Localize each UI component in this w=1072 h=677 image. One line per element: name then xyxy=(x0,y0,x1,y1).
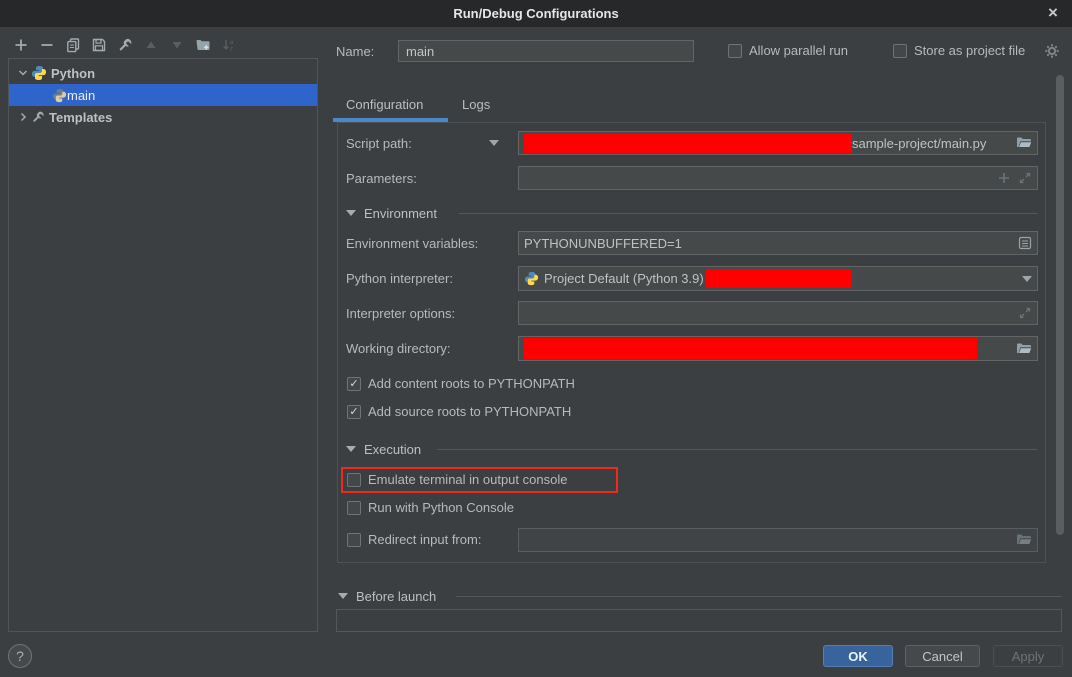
checkmark-icon: ✓ xyxy=(349,379,358,390)
run-with-python-console-checkbox[interactable] xyxy=(347,501,361,515)
tree-item-label: Templates xyxy=(49,110,112,125)
remove-icon[interactable] xyxy=(34,34,60,56)
python-logo-icon xyxy=(31,65,47,81)
python-interpreter-combobox[interactable]: Project Default (Python 3.9) xyxy=(518,266,1038,291)
close-icon[interactable]: × xyxy=(1043,3,1063,23)
before-launch-task-list[interactable] xyxy=(336,609,1062,632)
svg-text:z: z xyxy=(230,46,233,53)
add-source-roots-label[interactable]: Add source roots to PYTHONPATH xyxy=(368,404,571,419)
chevron-down-icon[interactable] xyxy=(15,67,31,79)
interpreter-options-field[interactable] xyxy=(518,301,1038,325)
dialog-titlebar: Run/Debug Configurations × xyxy=(0,0,1072,27)
dialog-title: Run/Debug Configurations xyxy=(453,6,618,21)
interpreter-options-label: Interpreter options: xyxy=(346,306,455,321)
configurations-toolbar: az xyxy=(8,32,242,58)
tree-item-main[interactable]: main xyxy=(9,84,317,106)
tree-item-python[interactable]: Python xyxy=(9,62,317,84)
execution-collapse-icon[interactable] xyxy=(346,446,356,452)
run-debug-configurations-dialog: Run/Debug Configurations × az xyxy=(0,0,1072,677)
section-divider xyxy=(456,596,1062,597)
before-launch-collapse-icon[interactable] xyxy=(338,593,348,599)
allow-parallel-run-label[interactable]: Allow parallel run xyxy=(749,43,848,58)
redirect-input-label[interactable]: Redirect input from: xyxy=(368,532,481,547)
redirect-input-field[interactable] xyxy=(518,528,1038,552)
vertical-scrollbar[interactable] xyxy=(1056,75,1064,535)
tab-logs[interactable]: Logs xyxy=(462,97,490,112)
python-logo-icon xyxy=(52,88,67,103)
configurations-tree: Python main Templates xyxy=(8,58,318,632)
folder-icon[interactable] xyxy=(1016,342,1032,356)
environment-section-label[interactable]: Environment xyxy=(364,206,437,221)
copy-icon[interactable] xyxy=(60,34,86,56)
new-folder-icon[interactable] xyxy=(190,34,216,56)
browse-variables-icon[interactable] xyxy=(1018,236,1032,250)
name-label: Name: xyxy=(336,44,374,59)
sort-icon[interactable]: az xyxy=(216,34,242,56)
python-logo-icon xyxy=(524,271,539,286)
cancel-button[interactable]: Cancel xyxy=(905,645,980,667)
parameters-field[interactable] xyxy=(518,166,1038,190)
environment-variables-field[interactable]: PYTHONUNBUFFERED=1 xyxy=(518,231,1038,255)
working-directory-label: Working directory: xyxy=(346,341,451,356)
add-icon[interactable] xyxy=(8,34,34,56)
checkmark-icon: ✓ xyxy=(349,407,358,418)
section-divider xyxy=(459,213,1038,214)
run-with-python-console-label[interactable]: Run with Python Console xyxy=(368,500,514,515)
environment-variables-value: PYTHONUNBUFFERED=1 xyxy=(524,236,682,251)
save-icon[interactable] xyxy=(86,34,112,56)
wrench-icon xyxy=(31,110,45,124)
chevron-right-icon[interactable] xyxy=(15,111,31,123)
tab-configuration[interactable]: Configuration xyxy=(346,97,423,112)
script-path-field[interactable]: sample-project/main.py xyxy=(518,131,1038,155)
add-macro-icon[interactable] xyxy=(998,172,1010,184)
before-launch-section-label[interactable]: Before launch xyxy=(356,589,436,604)
folder-icon[interactable] xyxy=(1016,136,1032,150)
add-content-roots-checkbox[interactable]: ✓ xyxy=(347,377,361,391)
script-path-label: Script path: xyxy=(346,136,412,151)
add-content-roots-label[interactable]: Add content roots to PYTHONPATH xyxy=(368,376,575,391)
chevron-down-icon[interactable] xyxy=(1022,276,1032,282)
redaction-block xyxy=(524,338,977,359)
folder-icon[interactable] xyxy=(1016,533,1032,547)
redirect-input-checkbox[interactable] xyxy=(347,533,361,547)
store-as-project-file-checkbox[interactable] xyxy=(893,44,907,58)
help-button[interactable]: ? xyxy=(8,644,32,668)
parameters-label: Parameters: xyxy=(346,171,417,186)
python-interpreter-label: Python interpreter: xyxy=(346,271,453,286)
edit-templates-wrench-icon[interactable] xyxy=(112,34,138,56)
script-path-dropdown-icon[interactable] xyxy=(489,140,499,146)
script-path-value: sample-project/main.py xyxy=(852,136,986,151)
execution-section-label[interactable]: Execution xyxy=(364,442,421,457)
add-source-roots-checkbox[interactable]: ✓ xyxy=(347,405,361,419)
tree-item-label: main xyxy=(67,88,95,103)
environment-collapse-icon[interactable] xyxy=(346,210,356,216)
redaction-block xyxy=(706,269,851,288)
question-mark-icon: ? xyxy=(16,648,24,664)
redaction-block xyxy=(524,134,852,153)
name-input[interactable] xyxy=(398,40,694,62)
move-down-icon[interactable] xyxy=(164,34,190,56)
emulate-terminal-label[interactable]: Emulate terminal in output console xyxy=(368,472,567,487)
expand-field-icon[interactable] xyxy=(1018,171,1032,185)
section-divider xyxy=(437,449,1038,450)
expand-field-icon[interactable] xyxy=(1018,306,1032,320)
environment-variables-label: Environment variables: xyxy=(346,236,478,251)
python-interpreter-value: Project Default (Python 3.9) xyxy=(544,271,704,286)
move-up-icon[interactable] xyxy=(138,34,164,56)
ok-button[interactable]: OK xyxy=(823,645,893,667)
store-as-project-file-label[interactable]: Store as project file xyxy=(914,43,1025,58)
tree-item-templates[interactable]: Templates xyxy=(9,106,317,128)
emulate-terminal-checkbox[interactable] xyxy=(347,473,361,487)
working-directory-field[interactable] xyxy=(518,336,1038,361)
allow-parallel-run-checkbox[interactable] xyxy=(728,44,742,58)
gear-icon[interactable] xyxy=(1044,43,1060,59)
apply-button[interactable]: Apply xyxy=(993,645,1063,667)
tree-item-label: Python xyxy=(51,66,95,81)
